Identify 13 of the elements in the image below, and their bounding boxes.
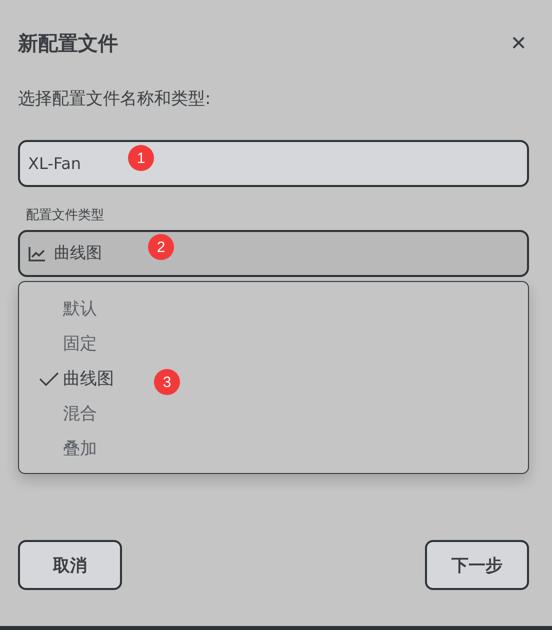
dropdown-option[interactable]: 默认 [63,297,97,320]
close-button[interactable]: ✕ [506,31,531,55]
dropdown-option[interactable]: 曲线图 [63,367,114,390]
next-button[interactable]: 下一步 [425,540,529,590]
dropdown-option[interactable]: 叠加 [63,437,97,460]
field-label: 配置文件类型 [26,207,105,223]
dialog-title: 新配置文件 [18,30,118,56]
instruction-text: 选择配置文件名称和类型: [18,88,212,111]
line-chart-icon [28,246,46,262]
dropdown-option[interactable]: 混合 [63,402,97,425]
cancel-button[interactable]: 取消 [18,540,122,590]
number-badge: 3 [154,369,180,395]
dropdown-option[interactable]: 固定 [63,332,97,355]
